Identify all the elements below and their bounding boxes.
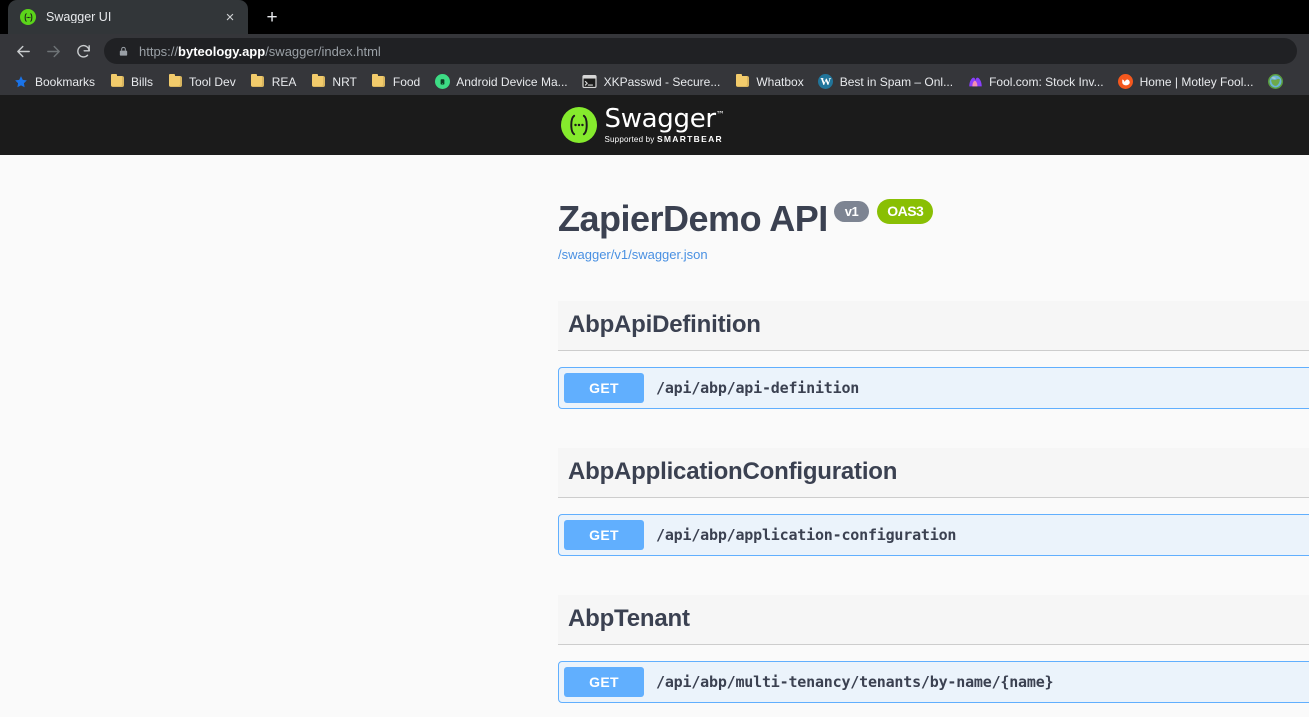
swagger-wordmark: Swagger™ Supported by SMARTBEAR	[605, 106, 725, 144]
bookmark-label: Bookmarks	[35, 74, 96, 89]
api-title-text: ZapierDemo API	[558, 198, 828, 239]
folder-icon	[371, 73, 387, 90]
android-icon	[434, 74, 450, 90]
bookmark-label: REA	[271, 74, 297, 89]
folder-icon	[109, 73, 125, 90]
address-bar[interactable]: https://byteology.app/swagger/index.html	[104, 38, 1297, 64]
page-viewport: Swagger™ Supported by SMARTBEAR ZapierDe…	[0, 95, 1309, 717]
operation-path: /api/abp/api-definition	[656, 379, 860, 398]
tag-name: AbpTenant	[568, 605, 690, 633]
url-scheme: https://	[139, 43, 179, 59]
lock-icon	[116, 45, 130, 58]
bookmark-label: Fool.com: Stock Inv...	[989, 74, 1104, 89]
tab-strip: Swagger UI × +	[0, 0, 1309, 34]
bookmark-label: Tool Dev	[189, 74, 236, 89]
tag-name: AbpApiDefinition	[568, 311, 761, 339]
bookmark-label: NRT	[332, 74, 357, 89]
tag-name: AbpApplicationConfiguration	[568, 458, 898, 486]
url-path: /swagger/index.html	[265, 43, 381, 59]
url-host: byteology.app	[178, 43, 266, 59]
bookmark-item-android-device-manager[interactable]: Android Device Ma...	[427, 71, 574, 93]
folder-icon	[734, 73, 750, 90]
http-method-badge: GET	[564, 520, 644, 551]
folder-icon	[167, 73, 183, 90]
bookmark-item-globe[interactable]	[1260, 71, 1296, 93]
swagger-content: ZapierDemo API v1 OAS3 /swagger/v1/swagg…	[0, 155, 1309, 717]
tag-header[interactable]: AbpApiDefinition	[558, 301, 1309, 352]
spec-url-link[interactable]: /swagger/v1/swagger.json	[558, 247, 1309, 262]
folder-icon	[310, 73, 326, 90]
tag-section-abpapidefinition: AbpApiDefinition GET /api/abp/api-defini…	[558, 301, 1309, 410]
bookmark-item-best-in-spam[interactable]: W Best in Spam – Onl...	[811, 71, 960, 93]
operation-row[interactable]: GET /api/abp/application-configuration	[558, 514, 1309, 557]
bookmark-item-fool-stock[interactable]: Fool.com: Stock Inv...	[960, 71, 1110, 93]
bookmark-item-tool-dev[interactable]: Tool Dev	[160, 71, 243, 93]
bookmark-item-xkpasswd[interactable]: XKPasswd - Secure...	[575, 71, 728, 93]
http-method-badge: GET	[564, 667, 644, 698]
browser-window: Swagger UI × + https://byteology.app/swa…	[0, 0, 1309, 717]
browser-tab-swagger-ui[interactable]: Swagger UI ×	[8, 0, 248, 34]
tab-title: Swagger UI	[46, 10, 112, 24]
oas-badge: OAS3	[877, 199, 934, 224]
swagger-logo-name: Swagger™	[604, 104, 725, 134]
page-title: ZapierDemo API v1 OAS3	[558, 197, 1309, 240]
bookmarks-bar: Bookmarks Bills Tool Dev REA NRT Food An…	[0, 68, 1309, 95]
bookmark-item-food[interactable]: Food	[364, 71, 427, 93]
swagger-topbar: Swagger™ Supported by SMARTBEAR	[0, 95, 1309, 155]
tag-header[interactable]: AbpApplicationConfiguration	[558, 448, 1309, 499]
globe-icon	[1267, 74, 1283, 90]
wordpress-icon: W	[818, 74, 834, 89]
bookmark-label: Best in Spam – Onl...	[839, 74, 954, 89]
operation-row[interactable]: GET /api/abp/multi-tenancy/tenants/by-na…	[558, 661, 1309, 704]
bookmark-item-home-motley-fool[interactable]: Home | Motley Fool...	[1111, 71, 1261, 93]
bookmark-item-bills[interactable]: Bills	[102, 71, 160, 93]
api-info-block: ZapierDemo API v1 OAS3 /swagger/v1/swagg…	[558, 155, 1309, 262]
bookmark-label: Food	[392, 74, 421, 89]
swagger-logo[interactable]: Swagger™ Supported by SMARTBEAR	[560, 106, 725, 144]
bookmark-item-nrt[interactable]: NRT	[303, 71, 363, 93]
reload-button-icon[interactable]	[68, 36, 98, 66]
trademark-symbol: ™	[715, 110, 725, 121]
back-button-icon[interactable]	[8, 36, 38, 66]
version-badge: v1	[833, 200, 870, 223]
folder-icon	[250, 73, 266, 90]
tag-section-abpapplicationconfiguration: AbpApplicationConfiguration GET /api/abp…	[558, 448, 1309, 557]
bookmark-label: Bills	[131, 74, 154, 89]
swagger-favicon-icon	[20, 9, 36, 25]
operation-row[interactable]: GET /api/abp/api-definition	[558, 367, 1309, 410]
address-bar-url: https://byteology.app/swagger/index.html	[139, 44, 381, 59]
operation-path: /api/abp/application-configuration	[656, 526, 957, 545]
bookmark-item-rea[interactable]: REA	[243, 71, 304, 93]
swagger-supported-by: Supported by SMARTBEAR	[604, 134, 723, 144]
swagger-brackets-icon	[560, 107, 597, 143]
bookmark-label: Whatbox	[756, 74, 804, 89]
bookmark-item-bookmarks[interactable]: Bookmarks	[6, 71, 102, 93]
browser-toolbar: https://byteology.app/swagger/index.html	[0, 34, 1309, 68]
bookmark-label: Home | Motley Fool...	[1139, 74, 1254, 89]
tab-close-icon[interactable]: ×	[220, 7, 240, 27]
star-icon	[13, 74, 29, 90]
bookmark-label: Android Device Ma...	[456, 74, 568, 89]
new-tab-button[interactable]: +	[258, 3, 286, 31]
tag-section-abptenant: AbpTenant GET /api/abp/multi-tenancy/ten…	[558, 595, 1309, 717]
http-method-badge: GET	[564, 373, 644, 404]
forward-button-icon[interactable]	[38, 36, 68, 66]
bookmark-item-whatbox[interactable]: Whatbox	[727, 71, 810, 93]
bookmark-label: XKPasswd - Secure...	[603, 74, 721, 89]
terminal-icon	[582, 74, 598, 90]
fool-icon	[967, 74, 983, 90]
motley-fool-icon	[1118, 74, 1134, 90]
tag-header[interactable]: AbpTenant	[558, 595, 1309, 646]
operation-path: /api/abp/multi-tenancy/tenants/by-name/{…	[656, 673, 1054, 692]
